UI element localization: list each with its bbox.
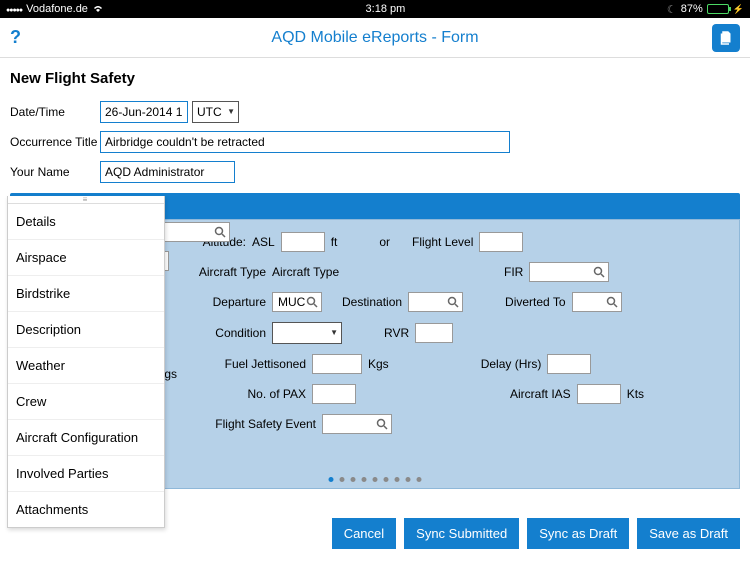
dot[interactable] (417, 477, 422, 482)
section-sidebar: ≡ Details Airspace Birdstrike Descriptio… (7, 196, 165, 528)
fuel-jettisoned-label: Fuel Jettisoned (196, 357, 306, 371)
drag-handle-icon[interactable]: ≡ (8, 196, 164, 204)
dot[interactable] (395, 477, 400, 482)
battery-icon (707, 4, 729, 14)
condition-label: Condition (196, 326, 266, 340)
sidebar-item-attachments[interactable]: Attachments (8, 492, 164, 527)
fir-lookup[interactable] (529, 262, 609, 282)
sidebar-item-description[interactable]: Description (8, 312, 164, 348)
bottom-bar: Cancel Sync Submitted Sync as Draft Save… (332, 518, 740, 549)
sidebar-item-weather[interactable]: Weather (8, 348, 164, 384)
rvr-label: RVR (384, 326, 409, 340)
battery-pct: 87% (681, 3, 703, 15)
search-icon (214, 226, 226, 238)
kts-label: Kts (627, 387, 644, 401)
dot[interactable] (329, 477, 334, 482)
ias-input[interactable] (577, 384, 621, 404)
datetime-input[interactable] (100, 101, 188, 123)
sync-submitted-button[interactable]: Sync Submitted (404, 518, 519, 549)
signal-dots-icon (6, 3, 22, 15)
timezone-select[interactable]: UTC (192, 101, 239, 123)
fse-lookup[interactable] (322, 414, 392, 434)
search-icon (447, 296, 459, 308)
wifi-icon (92, 3, 104, 16)
flight-level-input[interactable] (479, 232, 523, 252)
sync-draft-button[interactable]: Sync as Draft (527, 518, 629, 549)
title-bar: ? AQD Mobile eReports - Form (0, 18, 750, 58)
dot[interactable] (351, 477, 356, 482)
kgs-label: Kgs (368, 357, 389, 371)
clock: 3:18 pm (366, 3, 406, 15)
ft-label: ft (331, 235, 338, 249)
occurrence-input[interactable] (100, 131, 510, 153)
moon-icon: ☾ (667, 3, 677, 16)
hidden-lookup[interactable] (160, 222, 230, 242)
carrier-label: Vodafone.de (26, 3, 88, 15)
sidebar-item-airspace[interactable]: Airspace (8, 240, 164, 276)
pagination-dots (329, 477, 422, 482)
search-icon (593, 266, 605, 278)
save-draft-button[interactable]: Save as Draft (637, 518, 740, 549)
flight-level-label: Flight Level (412, 235, 473, 249)
name-label: Your Name (10, 165, 100, 179)
diverted-label: Diverted To (505, 295, 565, 309)
or-label: or (379, 235, 390, 249)
dot[interactable] (340, 477, 345, 482)
app-title: AQD Mobile eReports - Form (271, 29, 478, 47)
asl-label: ASL (252, 235, 275, 249)
sidebar-item-involved-parties[interactable]: Involved Parties (8, 456, 164, 492)
sidebar-item-details[interactable]: Details (8, 204, 164, 240)
aircraft-type-label: Aircraft Type (196, 265, 266, 279)
pax-input[interactable] (312, 384, 356, 404)
fir-label: FIR (504, 265, 523, 279)
diverted-lookup[interactable] (572, 292, 622, 312)
destination-label: Destination (342, 295, 402, 309)
rvr-input[interactable] (415, 323, 453, 343)
sidebar-item-crew[interactable]: Crew (8, 384, 164, 420)
fuel-jettisoned-input[interactable] (312, 354, 362, 374)
name-input[interactable] (100, 161, 235, 183)
condition-select[interactable] (272, 322, 342, 344)
destination-lookup[interactable] (408, 292, 463, 312)
asl-input[interactable] (281, 232, 325, 252)
documents-button[interactable] (712, 24, 740, 52)
dot[interactable] (362, 477, 367, 482)
help-button[interactable]: ? (10, 27, 21, 48)
dot[interactable] (373, 477, 378, 482)
fse-label: Flight Safety Event (196, 417, 316, 431)
search-icon (376, 418, 388, 430)
charging-icon: ⚡ (733, 4, 744, 15)
sidebar-item-aircraft-config[interactable]: Aircraft Configuration (8, 420, 164, 456)
search-icon (606, 296, 618, 308)
dot[interactable] (384, 477, 389, 482)
page-title: New Flight Safety (10, 70, 740, 87)
pax-label: No. of PAX (196, 387, 306, 401)
departure-lookup[interactable] (272, 292, 322, 312)
dot[interactable] (406, 477, 411, 482)
aircraft-type-value: Aircraft Type (272, 265, 372, 279)
delay-input[interactable] (547, 354, 591, 374)
delay-label: Delay (Hrs) (481, 357, 542, 371)
status-bar: Vodafone.de 3:18 pm ☾ 87% ⚡ (0, 0, 750, 18)
occurrence-label: Occurrence Title (10, 135, 100, 149)
departure-label: Departure (196, 295, 266, 309)
datetime-label: Date/Time (10, 105, 100, 119)
sidebar-item-birdstrike[interactable]: Birdstrike (8, 276, 164, 312)
cancel-button[interactable]: Cancel (332, 518, 396, 549)
ias-label: Aircraft IAS (510, 387, 571, 401)
search-icon (306, 296, 318, 308)
